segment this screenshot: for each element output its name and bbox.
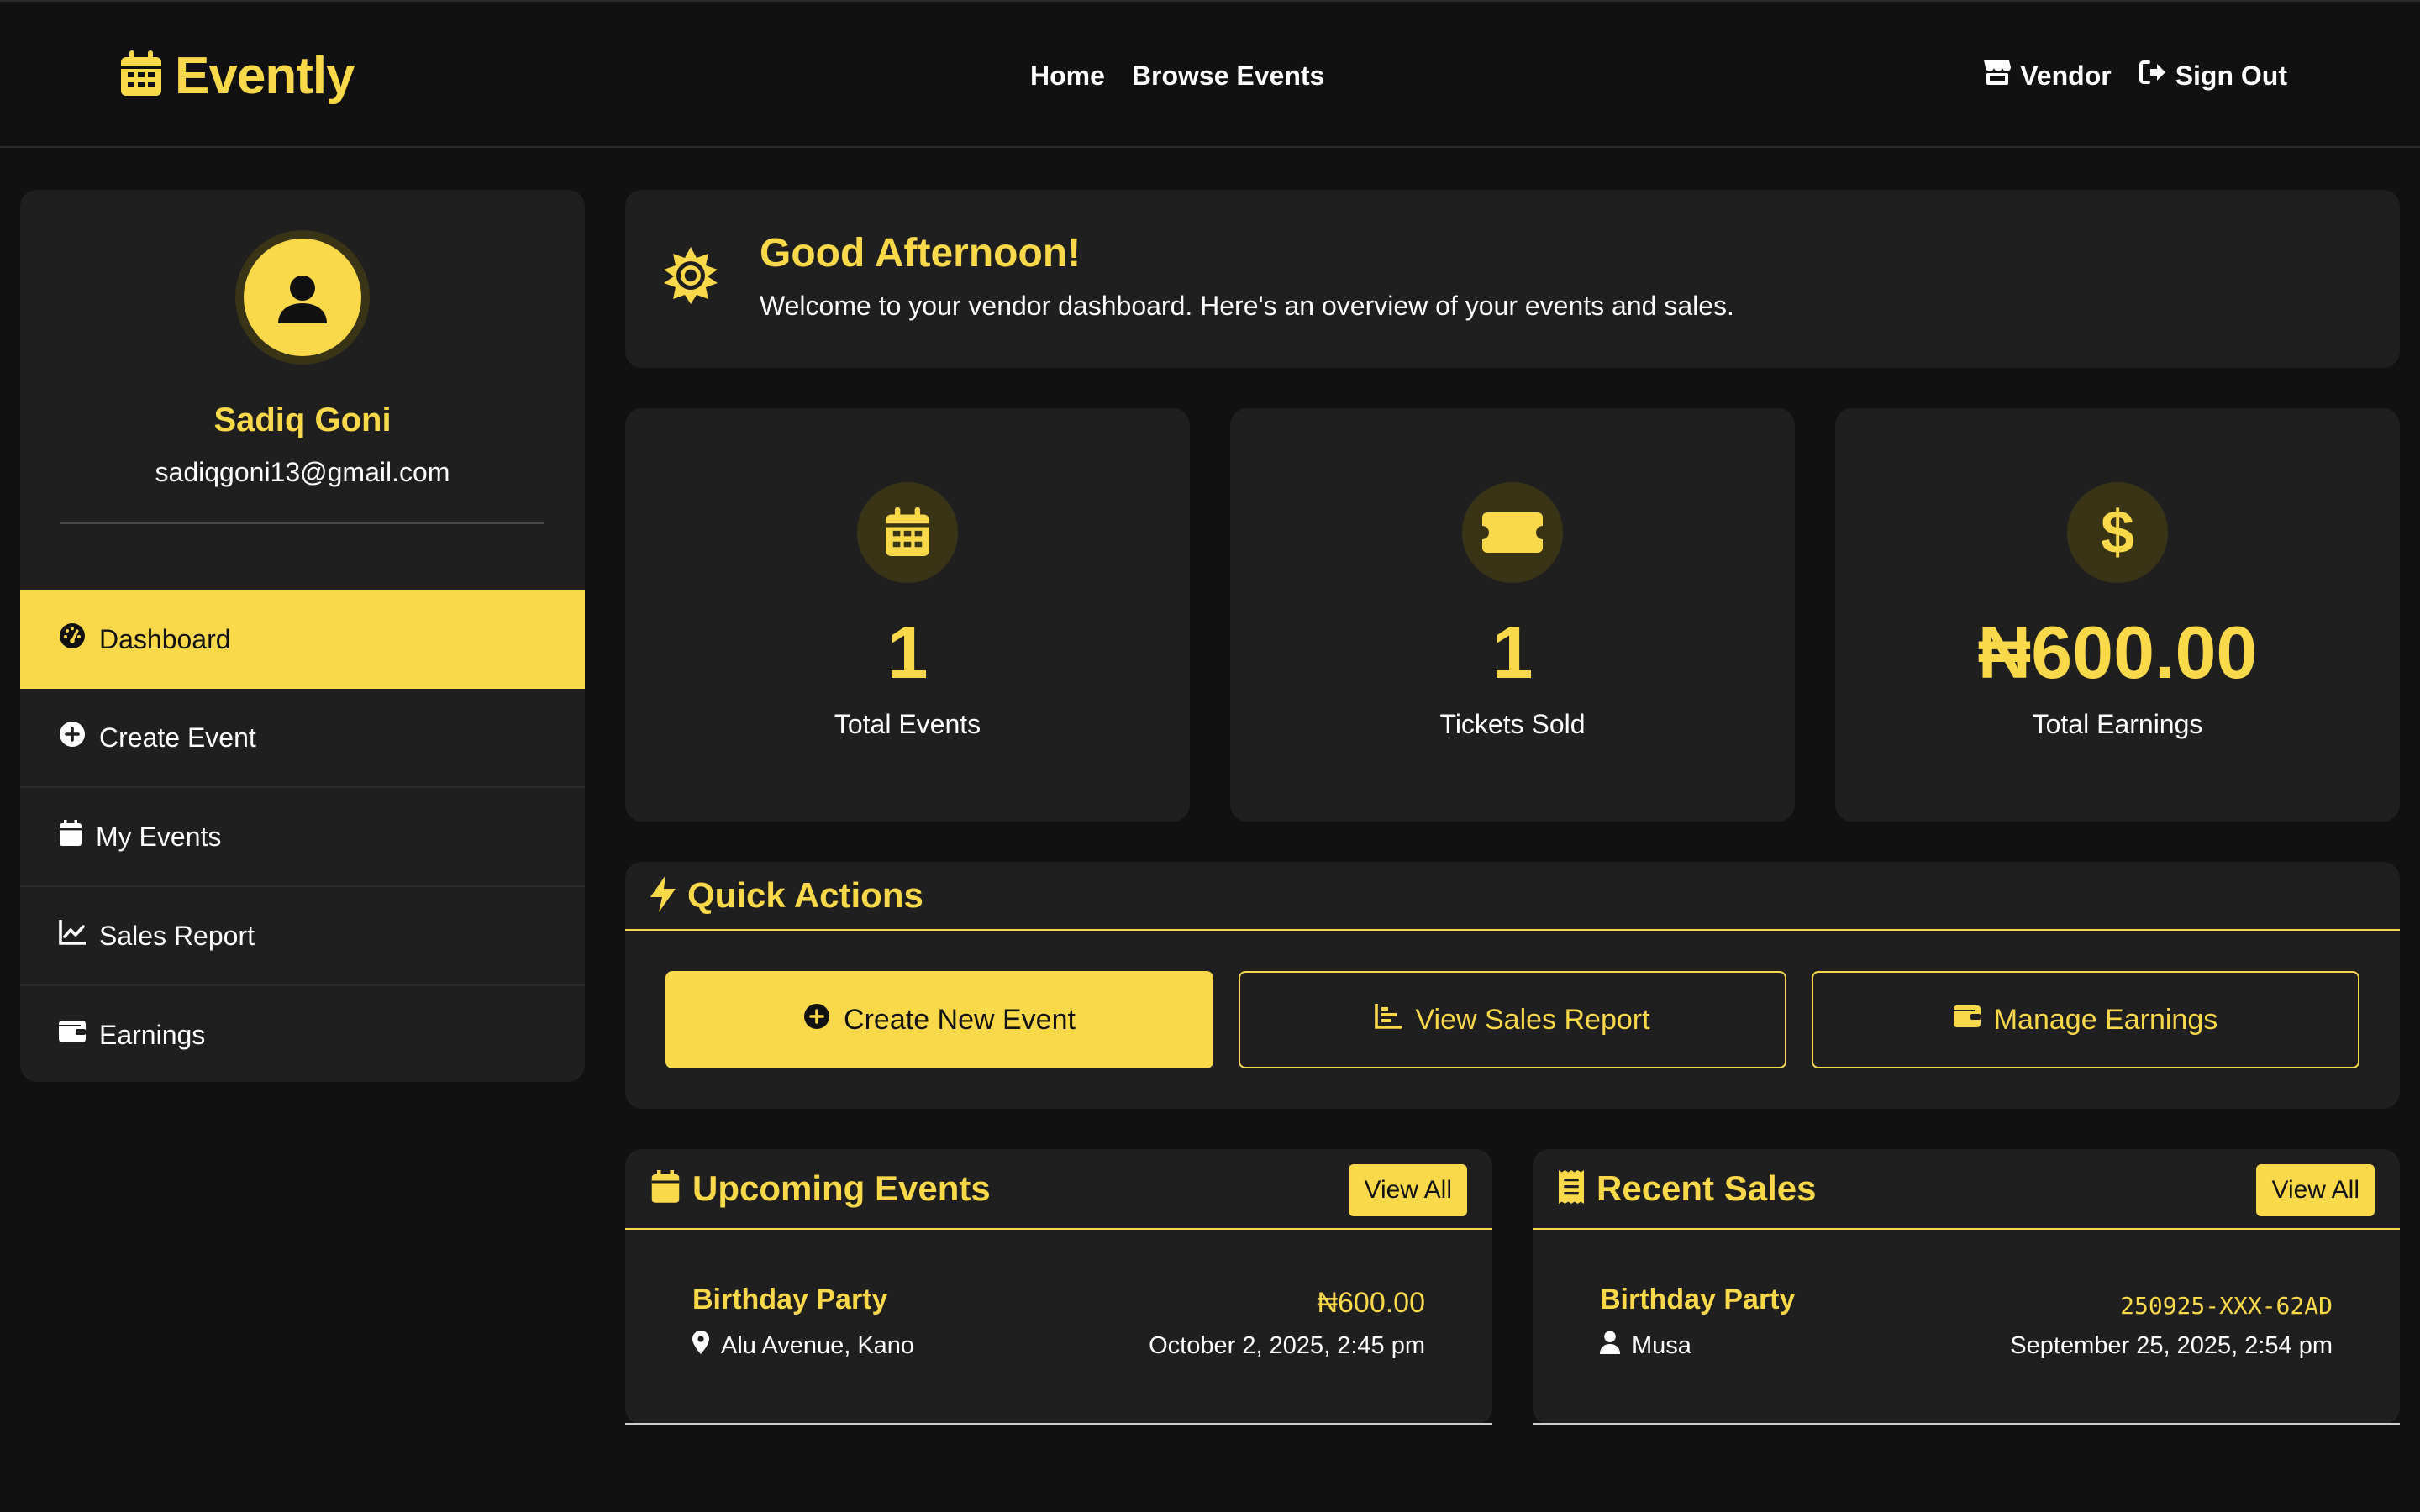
wallet-icon — [1953, 1004, 1981, 1037]
event-location: Alu Avenue, Kano — [692, 1331, 914, 1361]
sun-icon — [662, 247, 719, 308]
greeting-title: Good Afternoon! — [760, 231, 1081, 276]
stat-label: Total Earnings — [2032, 709, 2203, 739]
stat-label: Tickets Sold — [1439, 709, 1586, 739]
sign-out-link[interactable]: Sign Out — [2139, 59, 2287, 92]
profile-email: sadiqgoni13@gmail.com — [155, 457, 450, 487]
recent-sales-view-all-button[interactable]: View All — [2256, 1164, 2375, 1216]
plus-circle-icon — [59, 721, 86, 754]
sidebar-item-label: Dashboard — [99, 623, 231, 654]
sign-out-icon — [2139, 59, 2167, 92]
recent-sales-title: Recent Sales — [1597, 1168, 1817, 1208]
list-divider — [1533, 1423, 2400, 1425]
brand-logo[interactable]: Evently — [119, 45, 355, 106]
user-avatar-icon — [244, 239, 361, 356]
profile-name: Sadiq Goni — [213, 402, 392, 438]
event-date: October 2, 2025, 2:45 pm — [1149, 1332, 1425, 1359]
sidebar-item-label: My Events — [96, 821, 222, 852]
button-label: Manage Earnings — [1993, 1003, 2218, 1036]
calendar-icon — [650, 1169, 681, 1208]
button-label: Create New Event — [844, 1003, 1076, 1036]
sidebar-menu: Dashboard Create Event My Events Sales R… — [20, 590, 585, 1082]
main-nav: Home Browse Events — [1030, 54, 1324, 97]
quick-actions-card: Quick Actions Create New Event View Sale… — [625, 862, 2400, 1109]
stat-value: 1 — [886, 611, 929, 694]
nav-browse-events-link[interactable]: Browse Events — [1132, 60, 1324, 92]
recent-sales-card: Recent Sales View All Birthday Party Mus… — [1533, 1149, 2400, 1425]
ticket-icon — [1462, 482, 1563, 583]
view-sales-report-button[interactable]: View Sales Report — [1239, 971, 1786, 1068]
list-item[interactable]: Birthday Party Alu Avenue, Kano ₦600.00 … — [692, 1284, 1425, 1384]
sidebar-item-create-event[interactable]: Create Event — [20, 689, 585, 788]
sale-ticket-code: 250925-XXX-62AD — [2120, 1292, 2333, 1320]
greeting-card: Good Afternoon! Welcome to your vendor d… — [625, 190, 2400, 368]
calendar-icon — [59, 820, 82, 853]
quick-actions-header: Quick Actions — [625, 862, 2400, 931]
stat-value: ₦600.00 — [1977, 611, 2258, 694]
stat-card-total-earnings: $ ₦600.00 Total Earnings — [1835, 408, 2400, 822]
sidebar-item-label: Earnings — [99, 1019, 206, 1050]
user-icon — [1600, 1331, 1620, 1361]
stat-card-total-events: 1 Total Events — [625, 408, 1190, 822]
sale-event-name: Birthday Party — [1600, 1284, 1796, 1315]
user-nav: Vendor Sign Out — [1983, 54, 2287, 97]
sale-date: September 25, 2025, 2:54 pm — [2010, 1332, 2333, 1359]
event-price: ₦600.00 — [1317, 1287, 1425, 1319]
brand-name: Evently — [175, 46, 355, 105]
gauge-icon — [59, 622, 86, 656]
stat-value: 1 — [1491, 611, 1534, 694]
dollar-icon: $ — [2067, 482, 2168, 583]
event-name: Birthday Party — [692, 1284, 888, 1315]
sidebar-item-earnings[interactable]: Earnings — [20, 986, 585, 1082]
sidebar-item-sales-report[interactable]: Sales Report — [20, 887, 585, 986]
list-item[interactable]: Birthday Party Musa 250925-XXX-62AD Sept… — [1600, 1284, 2333, 1384]
lightning-icon — [649, 874, 677, 916]
upcoming-events-title: Upcoming Events — [692, 1168, 991, 1208]
list-divider — [625, 1423, 1492, 1425]
sidebar: Sadiq Goni sadiqgoni13@gmail.com Dashboa… — [20, 190, 585, 1082]
avatar — [235, 230, 370, 365]
manage-earnings-button[interactable]: Manage Earnings — [1812, 971, 2360, 1068]
sidebar-item-dashboard[interactable]: Dashboard — [20, 590, 585, 689]
sale-buyer-name: Musa — [1632, 1331, 1691, 1359]
quick-actions-title: Quick Actions — [687, 875, 923, 915]
vendor-label: Vendor — [2020, 60, 2112, 91]
top-header: Evently Home Browse Events Vendor Sign O… — [0, 0, 2420, 148]
map-pin-icon — [692, 1331, 709, 1361]
sidebar-item-label: Sales Report — [99, 920, 255, 951]
stat-card-tickets-sold: 1 Tickets Sold — [1230, 408, 1795, 822]
calendar-icon — [119, 50, 163, 102]
sign-out-label: Sign Out — [2175, 60, 2287, 91]
sidebar-item-label: Create Event — [99, 722, 256, 753]
upcoming-view-all-button[interactable]: View All — [1349, 1164, 1467, 1216]
bar-chart-icon — [1375, 1003, 1402, 1037]
plus-circle-icon — [803, 1003, 830, 1037]
vendor-link[interactable]: Vendor — [1983, 59, 2112, 92]
profile-divider — [60, 522, 544, 524]
line-chart-icon — [59, 920, 86, 952]
store-icon — [1983, 59, 2012, 92]
receipt-icon — [1558, 1169, 1585, 1208]
create-new-event-button[interactable]: Create New Event — [666, 971, 1213, 1068]
event-location-text: Alu Avenue, Kano — [721, 1331, 915, 1359]
stat-label: Total Events — [834, 709, 981, 739]
wallet-icon — [59, 1019, 86, 1051]
calendar-icon — [857, 482, 958, 583]
button-label: View Sales Report — [1415, 1003, 1650, 1036]
upcoming-events-card: Upcoming Events View All Birthday Party … — [625, 1149, 1492, 1425]
nav-home-link[interactable]: Home — [1030, 60, 1105, 92]
sidebar-item-my-events[interactable]: My Events — [20, 788, 585, 887]
greeting-subtitle: Welcome to your vendor dashboard. Here's… — [760, 291, 1734, 321]
sale-buyer: Musa — [1600, 1331, 1691, 1361]
